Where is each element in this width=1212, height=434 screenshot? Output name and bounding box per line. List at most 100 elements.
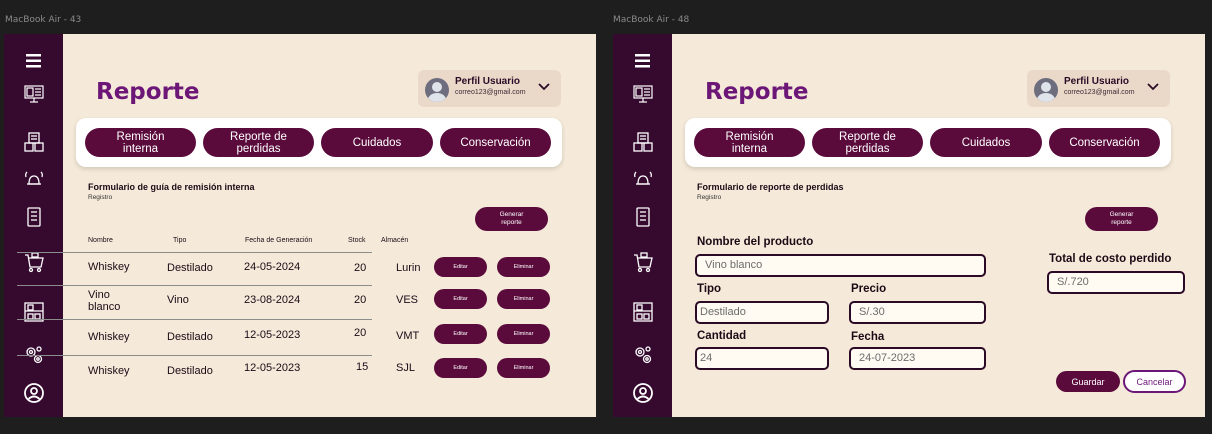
save-button[interactable]: Guardar	[1056, 371, 1120, 392]
shopping-cart-icon[interactable]	[627, 248, 658, 278]
column-header-fecha: Fecha de Generación	[245, 237, 313, 244]
avatar	[1034, 78, 1058, 102]
tab-conservacion[interactable]: Conservación	[1049, 128, 1160, 157]
avatar	[425, 78, 449, 102]
column-header-nombre: Nombre	[88, 237, 113, 244]
delete-button[interactable]: Eliminar	[497, 324, 550, 344]
document-list-icon[interactable]	[18, 202, 49, 232]
frame-label-right: MacBook Air - 48	[613, 15, 690, 25]
menu-icon[interactable]	[18, 46, 49, 76]
document-list-icon[interactable]	[627, 202, 658, 232]
cell-stock: 20	[354, 262, 367, 274]
cell-tipo: Destilado	[167, 262, 213, 274]
form-title: Formulario de reporte de perdidas	[697, 182, 844, 192]
cell-fecha: 24-05-2024	[244, 261, 301, 273]
fecha-input[interactable]: 24-07-2023	[849, 347, 986, 370]
cell-almacen: VES	[396, 294, 419, 306]
profile-menu[interactable]: Perfil Usuario correo123@gmail.com	[1027, 70, 1170, 107]
cell-almacen: Lurin	[396, 262, 421, 274]
tipo-input[interactable]: Destilado	[695, 301, 829, 324]
edit-button[interactable]: Editar	[434, 324, 487, 344]
label-tipo: Tipo	[697, 283, 722, 295]
monitor-chart-icon[interactable]	[627, 79, 658, 109]
tab-label: Remisión interna	[116, 130, 165, 155]
label-nombre-producto: Nombre del producto	[697, 236, 814, 248]
cell-stock: 20	[354, 327, 367, 339]
cantidad-input[interactable]: 24	[695, 347, 829, 370]
frame-label-left: MacBook Air - 43	[5, 15, 82, 25]
user-circle-icon[interactable]	[627, 378, 658, 408]
label-total-costo: Total de costo perdido	[1049, 253, 1172, 265]
nombre-producto-input[interactable]: Vino blanco	[695, 254, 986, 277]
column-header-tipo: Tipo	[173, 237, 187, 244]
tab-conservacion[interactable]: Conservación	[440, 128, 551, 157]
form-title: Formulario de guía de remisión interna	[88, 182, 255, 192]
cancel-button[interactable]: Cancelar	[1123, 370, 1186, 393]
alarm-icon[interactable]	[18, 165, 49, 195]
profile-name: Perfil Usuario	[455, 76, 521, 87]
tab-cuidados[interactable]: Cuidados	[321, 128, 433, 157]
tab-label: Conservación	[460, 136, 531, 149]
cell-fecha: 12-05-2023	[244, 329, 301, 341]
tab-label: Remisión interna	[725, 130, 774, 155]
cell-nombre: Vino blanco	[88, 289, 121, 313]
delete-button[interactable]: Eliminar	[497, 257, 550, 277]
tab-remision-interna[interactable]: Remisión interna	[694, 128, 805, 157]
cell-tipo: Destilado	[167, 331, 213, 343]
row-divider	[17, 319, 372, 320]
tab-bar: Remisión interna Reporte de perdidas Cui…	[685, 118, 1171, 167]
cell-almacen: VMT	[396, 330, 420, 342]
tab-reporte-perdidas[interactable]: Reporte de perdidas	[203, 128, 314, 157]
generate-report-button[interactable]: Generar reporte	[1085, 207, 1158, 231]
warehouse-shelf-icon[interactable]	[627, 297, 658, 327]
profile-email: correo123@gmail.com	[1064, 89, 1135, 96]
precio-input[interactable]: S/.30	[849, 301, 986, 324]
row-divider	[17, 285, 372, 286]
frame-remision-interna: Reporte Perfil Usuario correo123@gmail.c…	[4, 34, 596, 417]
row-divider	[17, 355, 372, 356]
tab-cuidados[interactable]: Cuidados	[930, 128, 1042, 157]
form-subtitle: Registro	[697, 194, 722, 201]
monitor-chart-icon[interactable]	[18, 79, 49, 109]
column-header-almacen: Almacén	[381, 237, 409, 244]
clipboard-boxes-icon[interactable]	[18, 128, 49, 158]
frame-reporte-perdidas: Reporte Perfil Usuario correo123@gmail.c…	[613, 34, 1205, 417]
warehouse-shelf-icon[interactable]	[18, 297, 49, 327]
cell-stock: 15	[356, 361, 369, 373]
button-label: Generar reporte	[1109, 211, 1134, 226]
clipboard-boxes-icon[interactable]	[627, 128, 658, 158]
edit-button[interactable]: Editar	[434, 358, 487, 378]
tab-reporte-perdidas[interactable]: Reporte de perdidas	[812, 128, 923, 157]
total-costo-input[interactable]: S/.720	[1047, 271, 1185, 294]
delete-button[interactable]: Eliminar	[497, 358, 550, 378]
alarm-icon[interactable]	[627, 165, 658, 195]
chevron-down-icon[interactable]	[537, 82, 551, 92]
sidebar	[613, 34, 672, 417]
edit-button[interactable]: Editar	[434, 289, 487, 309]
page-title: Reporte	[705, 79, 809, 105]
user-circle-icon[interactable]	[18, 378, 49, 408]
menu-icon[interactable]	[627, 46, 658, 76]
tab-label: Cuidados	[352, 136, 402, 149]
profile-email: correo123@gmail.com	[455, 89, 526, 96]
page-title: Reporte	[96, 79, 200, 105]
cell-nombre: Whiskey	[88, 261, 130, 273]
sidebar	[4, 34, 63, 417]
chevron-down-icon[interactable]	[1146, 82, 1160, 92]
form-subtitle: Registro	[88, 194, 113, 201]
cell-fecha: 12-05-2023	[244, 362, 301, 374]
delete-button[interactable]: Eliminar	[497, 289, 550, 309]
cell-nombre: Whiskey	[88, 331, 130, 343]
label-fecha: Fecha	[851, 331, 885, 343]
gears-icon[interactable]	[627, 340, 658, 370]
tab-label: Reporte de perdidas	[839, 130, 896, 155]
cell-fecha: 23-08-2024	[244, 294, 301, 306]
profile-name: Perfil Usuario	[1064, 76, 1130, 87]
generate-report-button[interactable]: Generar reporte	[475, 207, 548, 231]
profile-menu[interactable]: Perfil Usuario correo123@gmail.com	[418, 70, 561, 107]
tab-bar: Remisión interna Reporte de perdidas Cui…	[76, 118, 562, 167]
tab-remision-interna[interactable]: Remisión interna	[85, 128, 196, 157]
edit-button[interactable]: Editar	[434, 257, 487, 277]
label-precio: Precio	[851, 283, 887, 295]
cell-tipo: Vino	[167, 294, 189, 306]
